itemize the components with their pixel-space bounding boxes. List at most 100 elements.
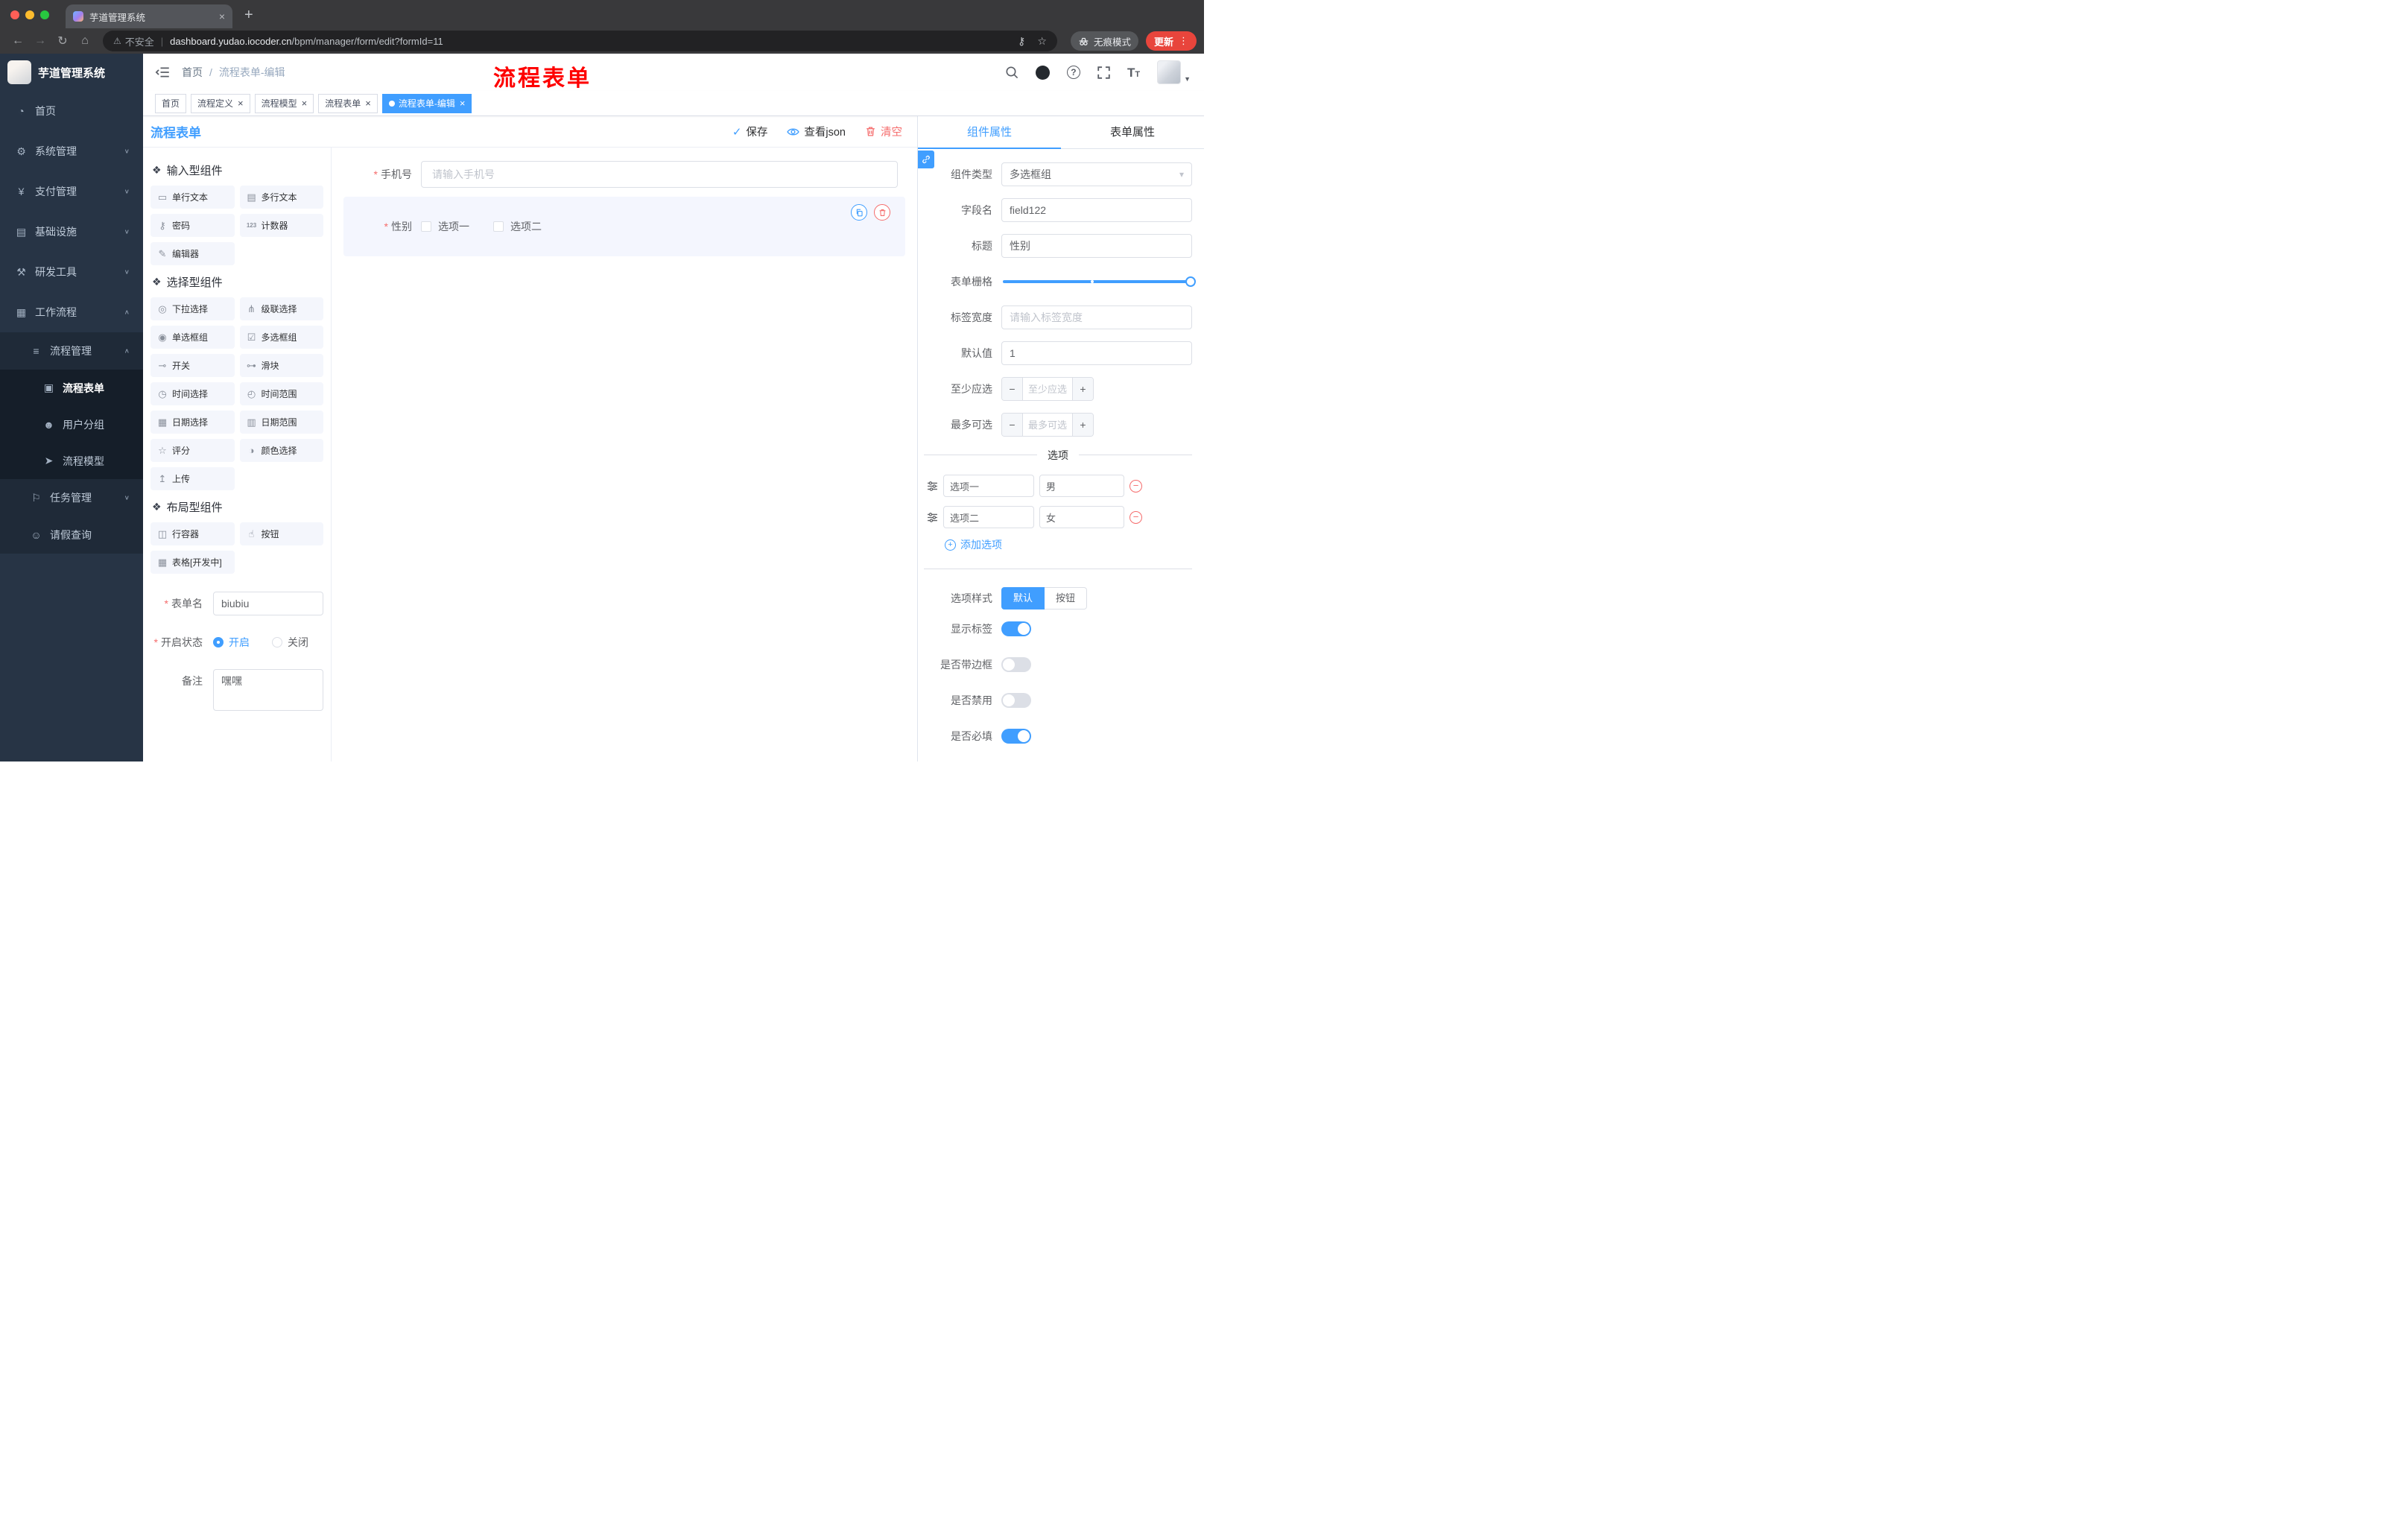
option-label-input[interactable] <box>943 506 1034 528</box>
label-width-input[interactable] <box>1001 305 1192 329</box>
font-size-button[interactable]: TT <box>1127 66 1140 79</box>
sidebar-item-process-management[interactable]: ≡ 流程管理 ∧ <box>0 332 143 370</box>
app-logo[interactable]: 芋道管理系统 <box>0 54 143 91</box>
max-select-input[interactable] <box>1023 414 1072 436</box>
sidebar-item-system[interactable]: ⚙ 系统管理 ∨ <box>0 131 143 171</box>
increase-button[interactable]: + <box>1072 378 1093 400</box>
palette-item[interactable]: ✎ 编辑器 <box>150 242 235 265</box>
palette-item[interactable]: ◑ 颜色选择 <box>239 439 323 462</box>
tab-表单属性[interactable]: 表单属性 <box>1061 116 1204 148</box>
copy-widget-button[interactable] <box>851 204 867 221</box>
close-icon[interactable]: × <box>302 98 308 108</box>
palette-item[interactable]: ▤ 多行文本 <box>239 186 323 209</box>
drag-handle-icon[interactable] <box>927 512 938 523</box>
title-input[interactable] <box>1001 234 1192 258</box>
palette-item[interactable]: ◷ 时间选择 <box>150 382 235 405</box>
palette-item[interactable]: ◉ 单选框组 <box>150 326 235 349</box>
tag-首页[interactable]: 首页 <box>155 93 187 113</box>
palette-item[interactable]: ◎ 下拉选择 <box>150 297 235 320</box>
option-style-按钮[interactable]: 按钮 <box>1045 587 1088 609</box>
palette-item[interactable]: ↥ 上传 <box>150 467 235 490</box>
min-select-input[interactable] <box>1023 378 1072 400</box>
add-option-button[interactable]: + 添加选项 <box>945 537 1192 552</box>
form-grid-slider[interactable] <box>1003 276 1196 287</box>
minimize-window-button[interactable] <box>25 10 34 19</box>
new-tab-button[interactable]: + <box>244 7 253 22</box>
status-off-radio[interactable]: 关闭 <box>272 630 308 654</box>
phone-input[interactable] <box>421 161 898 188</box>
clipboard-button[interactable] <box>918 151 934 168</box>
browser-tab[interactable]: 芋道管理系统 × <box>66 4 232 28</box>
palette-item[interactable]: ▦ 日期选择 <box>150 411 235 434</box>
help-button[interactable]: ? <box>1066 66 1080 79</box>
decrease-button[interactable]: − <box>1002 378 1023 400</box>
checkbox-option[interactable]: 选项一 <box>421 219 469 234</box>
back-button[interactable]: ← <box>7 31 28 51</box>
address-bar[interactable]: ⚠ 不安全 | dashboard.yudao.iocoder.cn /bpm/… <box>103 31 1057 51</box>
toggle-switch[interactable] <box>1001 657 1031 672</box>
tag-流程模型[interactable]: 流程模型 × <box>254 93 314 113</box>
toggle-switch[interactable] <box>1001 693 1031 708</box>
default-value-input[interactable] <box>1001 341 1192 365</box>
canvas-field-gender-selected[interactable]: 性别 选项一 选项二 <box>343 197 905 256</box>
sidebar-item-home[interactable]: ◔ 首页 <box>0 91 143 131</box>
bookmark-star-icon[interactable]: ☆ <box>1037 35 1047 48</box>
checkbox-option[interactable]: 选项二 <box>493 219 542 234</box>
update-button[interactable]: 更新 ⋮ <box>1145 31 1197 51</box>
collapse-sidebar-button[interactable] <box>155 65 170 80</box>
drag-handle-icon[interactable] <box>927 481 938 492</box>
password-key-icon[interactable]: ⚷ <box>1018 35 1025 48</box>
component-type-select[interactable]: 多选框组 ▾ <box>1001 162 1192 186</box>
sidebar-item-infrastructure[interactable]: ▤ 基础设施 ∨ <box>0 212 143 252</box>
sidebar-item-user-group[interactable]: ☻ 用户分组 <box>0 406 143 443</box>
palette-item[interactable]: ☝ 按钮 <box>239 522 323 545</box>
tag-流程定义[interactable]: 流程定义 × <box>191 93 250 113</box>
palette-item[interactable]: ⊶ 滑块 <box>239 354 323 377</box>
close-window-button[interactable] <box>10 10 19 19</box>
palette-item[interactable]: ☑ 多选框组 <box>239 326 323 349</box>
decrease-button[interactable]: − <box>1002 414 1023 436</box>
zoom-window-button[interactable] <box>40 10 49 19</box>
option-value-input[interactable] <box>1039 475 1124 497</box>
form-name-input[interactable] <box>213 592 323 615</box>
search-button[interactable] <box>1005 66 1018 79</box>
browser-menu-icon[interactable]: ⋮ <box>1179 35 1188 47</box>
tag-流程表单[interactable]: 流程表单 × <box>318 93 378 113</box>
save-button[interactable]: ✓ 保存 <box>732 124 768 139</box>
sidebar-item-process-model[interactable]: ➤ 流程模型 <box>0 443 143 479</box>
browser-home-button[interactable]: ⌂ <box>75 31 95 51</box>
delete-widget-button[interactable] <box>874 204 890 221</box>
option-label-input[interactable] <box>943 475 1034 497</box>
fullscreen-button[interactable] <box>1097 66 1110 79</box>
sidebar-item-payment[interactable]: ¥ 支付管理 ∨ <box>0 171 143 212</box>
tag-流程表单-编辑[interactable]: 流程表单-编辑 × <box>381 93 472 113</box>
sidebar-item-process-form[interactable]: ▣ 流程表单 <box>0 370 143 406</box>
close-icon[interactable]: × <box>365 98 371 108</box>
user-menu[interactable]: ▼ <box>1157 60 1191 84</box>
palette-item[interactable]: ▭ 单行文本 <box>150 186 235 209</box>
sidebar-item-task-management[interactable]: ⚐ 任务管理 ∨ <box>0 479 143 516</box>
palette-item[interactable]: ⋔ 级联选择 <box>239 297 323 320</box>
form-canvas[interactable]: 手机号性别 选项一 选项二 <box>332 148 917 762</box>
breadcrumb-home[interactable]: 首页 <box>182 65 203 80</box>
clear-button[interactable]: 清空 <box>865 124 902 139</box>
field-name-input[interactable] <box>1001 198 1192 222</box>
toggle-switch[interactable] <box>1001 621 1031 636</box>
increase-button[interactable]: + <box>1072 414 1093 436</box>
github-button[interactable] <box>1035 65 1050 80</box>
close-tab-icon[interactable]: × <box>219 10 225 22</box>
close-icon[interactable]: × <box>460 98 466 108</box>
remove-option-button[interactable]: − <box>1129 479 1142 493</box>
palette-item[interactable]: ◫ 行容器 <box>150 522 235 545</box>
tab-组件属性[interactable]: 组件属性 <box>918 116 1061 149</box>
palette-item[interactable]: ▥ 日期范围 <box>239 411 323 434</box>
reload-button[interactable]: ↻ <box>52 31 73 51</box>
sidebar-item-workflow[interactable]: ▦ 工作流程 ∧ <box>0 292 143 332</box>
option-value-input[interactable] <box>1039 506 1124 528</box>
form-remark-textarea[interactable] <box>213 669 323 711</box>
toggle-switch[interactable] <box>1001 729 1031 744</box>
option-style-默认[interactable]: 默认 <box>1001 587 1045 609</box>
sidebar-item-leave-query[interactable]: ☺ 请假查询 <box>0 516 143 554</box>
forward-button[interactable]: → <box>30 31 51 51</box>
slider-handle[interactable] <box>1185 276 1196 287</box>
